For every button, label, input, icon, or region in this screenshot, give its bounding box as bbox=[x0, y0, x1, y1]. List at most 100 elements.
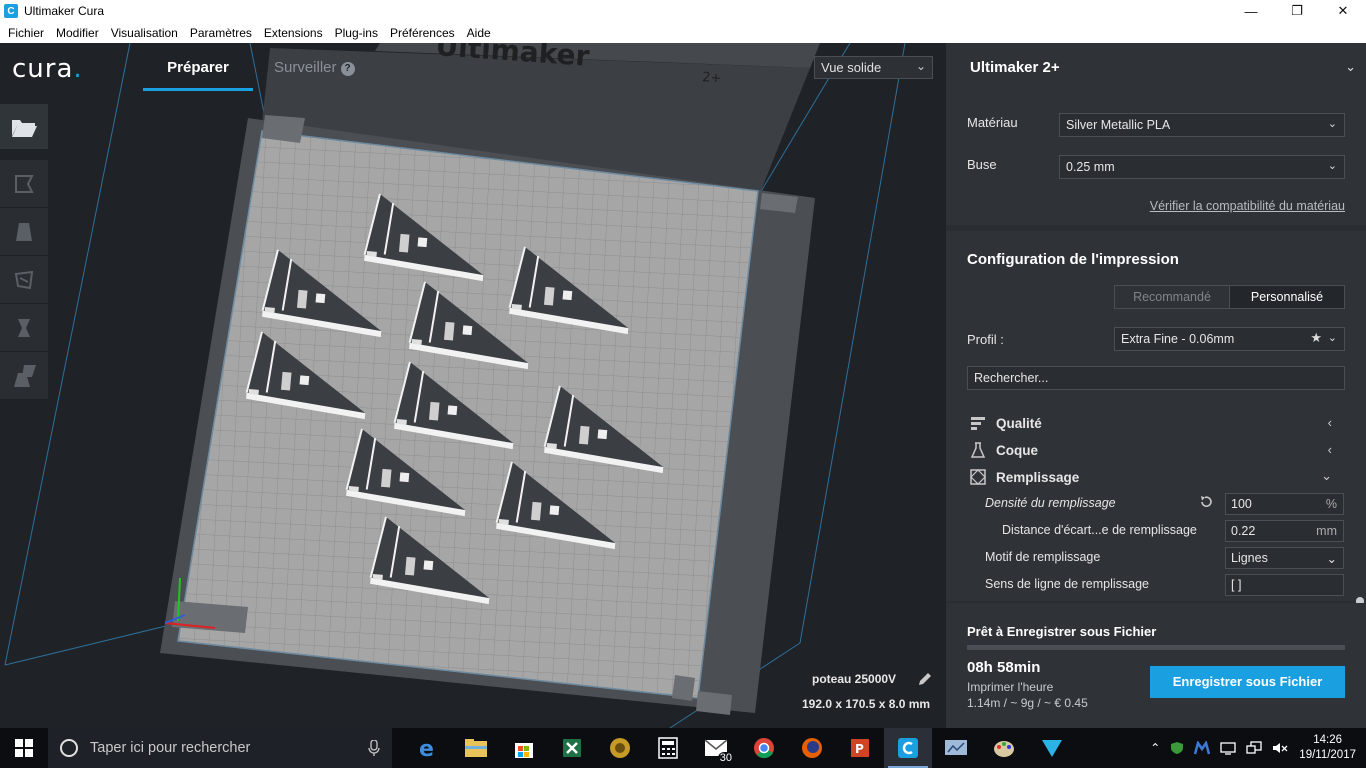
paint-app[interactable] bbox=[980, 728, 1028, 768]
infill-line-directions-label: Sens de ligne de remplissage bbox=[985, 577, 1149, 591]
start-button[interactable] bbox=[0, 728, 48, 768]
search-placeholder: Rechercher... bbox=[974, 371, 1049, 385]
profile-select[interactable]: Extra Fine - 0.06mm ★ ⌄ bbox=[1114, 327, 1345, 351]
help-icon[interactable]: ? bbox=[340, 62, 355, 76]
network-icon[interactable] bbox=[1246, 741, 1262, 755]
network-tool-app[interactable] bbox=[1028, 728, 1076, 768]
cura-taskbar-app[interactable] bbox=[884, 728, 932, 768]
store-app[interactable] bbox=[500, 728, 548, 768]
move-icon bbox=[15, 174, 34, 193]
mirror-tool-button[interactable] bbox=[0, 304, 48, 352]
minimize-button[interactable]: — bbox=[1228, 0, 1274, 22]
left-toolbar bbox=[0, 104, 48, 400]
chevron-left-icon[interactable]: ‹ bbox=[1328, 442, 1332, 457]
material-label: Matériau bbox=[967, 115, 1018, 130]
reset-icon[interactable] bbox=[1199, 495, 1213, 509]
open-file-button[interactable] bbox=[0, 104, 48, 150]
microphone-icon[interactable] bbox=[368, 740, 380, 756]
gear-badge-icon bbox=[610, 738, 630, 758]
menu-help[interactable]: Aide bbox=[461, 26, 497, 40]
verify-material-link[interactable]: Vérifier la compatibilité du matériau bbox=[1150, 199, 1345, 213]
window-title: Ultimaker Cura bbox=[24, 4, 105, 18]
edge-app[interactable]: e bbox=[404, 728, 452, 768]
settings-search-input[interactable]: Rechercher... bbox=[967, 366, 1345, 390]
menu-file[interactable]: Fichier bbox=[2, 26, 50, 40]
menu-settings[interactable]: Paramètres bbox=[184, 26, 258, 40]
menu-plugins[interactable]: Plug-ins bbox=[329, 26, 384, 40]
file-explorer-app[interactable] bbox=[452, 728, 500, 768]
per-model-settings-button[interactable] bbox=[0, 352, 48, 400]
chevron-up-icon[interactable]: ⌃ bbox=[1150, 741, 1160, 755]
view-mode-select[interactable]: Vue solide ⌄ bbox=[814, 56, 933, 79]
category-shell-label: Coque bbox=[996, 442, 1038, 458]
infill-line-distance-field[interactable]: 0.22 mm bbox=[1225, 520, 1344, 542]
nozzle-select[interactable]: 0.25 mm ⌄ bbox=[1059, 155, 1345, 179]
model-name: poteau 25000V bbox=[812, 672, 897, 686]
edge-icon: e bbox=[419, 737, 434, 759]
mail-badge: 30 bbox=[717, 752, 734, 764]
powerpoint-app[interactable]: P bbox=[836, 728, 884, 768]
category-shell[interactable]: Coque bbox=[970, 442, 1038, 458]
infill-density-field[interactable]: 100 % bbox=[1225, 493, 1344, 515]
printer-section: Ultimaker 2+ ⌄ Matériau Silver Metallic … bbox=[946, 43, 1366, 225]
tab-prepare[interactable]: Préparer bbox=[143, 58, 253, 91]
mail-app[interactable]: 30 bbox=[692, 728, 740, 768]
excel-app[interactable] bbox=[548, 728, 596, 768]
pencil-icon[interactable] bbox=[917, 671, 933, 687]
cura-icon bbox=[898, 738, 918, 758]
plate-logo-model: 2+ bbox=[702, 70, 722, 86]
calculator-app[interactable] bbox=[644, 728, 692, 768]
build-plate-scene: Ultimaker 2+ bbox=[4, 43, 906, 728]
taskbar-search-input[interactable]: Taper ici pour rechercher bbox=[48, 728, 392, 768]
menu-preferences[interactable]: Préférences bbox=[384, 26, 461, 40]
firefox-app[interactable] bbox=[788, 728, 836, 768]
display-icon[interactable] bbox=[1220, 741, 1236, 755]
app-circle[interactable] bbox=[596, 728, 644, 768]
infill-density-unit: % bbox=[1325, 497, 1337, 511]
printer-name[interactable]: Ultimaker 2+ bbox=[970, 59, 1060, 76]
infill-line-directions-value: [ ] bbox=[1231, 578, 1242, 592]
mirror-icon bbox=[18, 318, 30, 337]
folder-icon bbox=[465, 739, 487, 757]
chevron-down-icon[interactable]: ⌄ bbox=[1321, 468, 1332, 484]
malwarebytes-icon[interactable] bbox=[1194, 741, 1211, 755]
infill-pattern-select[interactable]: Lignes ⌄ bbox=[1225, 547, 1344, 569]
category-infill[interactable]: Remplissage bbox=[970, 469, 1079, 485]
material-select[interactable]: Silver Metallic PLA ⌄ bbox=[1059, 113, 1345, 137]
shield-icon[interactable] bbox=[1170, 741, 1184, 755]
tab-monitor[interactable]: Surveiller? bbox=[274, 58, 355, 91]
clock-time: 14:26 bbox=[1313, 734, 1343, 746]
category-infill-label: Remplissage bbox=[996, 469, 1080, 485]
menu-edit[interactable]: Modifier bbox=[50, 26, 105, 40]
maximize-button[interactable]: ❐ bbox=[1274, 0, 1320, 22]
infill-pattern-label: Motif de remplissage bbox=[985, 550, 1101, 564]
close-button[interactable]: ✕ bbox=[1320, 0, 1366, 22]
progress-bar bbox=[967, 645, 1345, 650]
ready-title: Prêt à Enregistrer sous Fichier bbox=[967, 624, 1157, 639]
tab-custom[interactable]: Personnalisé bbox=[1229, 286, 1344, 308]
menu-view[interactable]: Visualisation bbox=[105, 26, 184, 40]
infill-line-distance-label: Distance d'écart...e de remplissage bbox=[1002, 523, 1197, 537]
chevron-down-icon[interactable]: ⌄ bbox=[1345, 59, 1356, 75]
infill-pattern-value: Lignes bbox=[1231, 551, 1268, 565]
title-bar: C Ultimaker Cura — ❐ ✕ bbox=[0, 0, 1366, 22]
move-tool-button[interactable] bbox=[0, 160, 48, 208]
volume-muted-icon[interactable] bbox=[1272, 741, 1288, 755]
excel-icon bbox=[563, 739, 581, 757]
infill-line-directions-field[interactable]: [ ] bbox=[1225, 574, 1344, 596]
monitor-app[interactable] bbox=[932, 728, 980, 768]
rotate-tool-button[interactable] bbox=[0, 256, 48, 304]
save-to-file-button[interactable]: Enregistrer sous Fichier bbox=[1150, 666, 1345, 698]
clock[interactable]: 14:26 19/11/2017 bbox=[1299, 733, 1356, 763]
calculator-icon bbox=[658, 737, 678, 759]
chevron-left-icon[interactable]: ‹ bbox=[1328, 415, 1332, 430]
scale-tool-button[interactable] bbox=[0, 208, 48, 256]
3d-viewport[interactable]: Ultimaker 2+ bbox=[0, 43, 946, 728]
star-icon[interactable]: ★ bbox=[1310, 330, 1322, 346]
profile-label: Profil : bbox=[967, 332, 1004, 347]
tab-recommended[interactable]: Recommandé bbox=[1115, 286, 1229, 308]
store-icon bbox=[515, 743, 533, 758]
category-quality[interactable]: Qualité bbox=[970, 415, 1042, 431]
menu-extensions[interactable]: Extensions bbox=[258, 26, 329, 40]
chrome-app[interactable] bbox=[740, 728, 788, 768]
